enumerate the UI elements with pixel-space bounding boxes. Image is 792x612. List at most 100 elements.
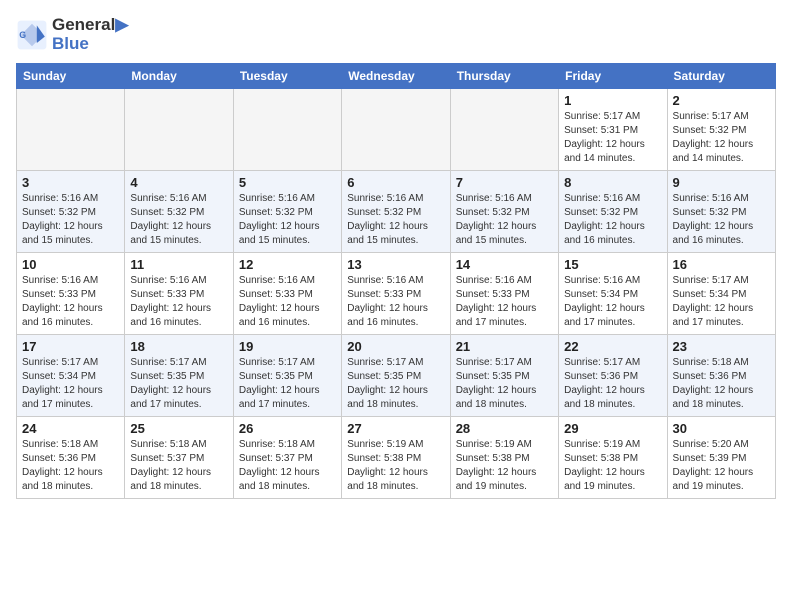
day-number: 25: [130, 421, 227, 436]
day-info: Sunrise: 5:17 AM Sunset: 5:31 PM Dayligh…: [564, 110, 661, 166]
calendar-day-cell: [17, 89, 125, 171]
day-info: Sunrise: 5:16 AM Sunset: 5:32 PM Dayligh…: [22, 192, 119, 248]
calendar-week-row: 1 Sunrise: 5:17 AM Sunset: 5:31 PM Daylig…: [17, 89, 776, 171]
calendar-week-row: 3 Sunrise: 5:16 AM Sunset: 5:32 PM Daylig…: [17, 171, 776, 253]
calendar-day-cell: 14Sunrise: 5:16 AM Sunset: 5:33 PM Dayli…: [450, 253, 558, 335]
calendar-day-cell: 11 Sunrise: 5:16 AM Sunset: 5:33 PM Dayli…: [125, 253, 233, 335]
calendar-day-cell: 30 Sunrise: 5:20 AM Sunset: 5:39 PM Dayli…: [667, 417, 775, 499]
day-number: 13: [347, 257, 444, 272]
day-number: 24: [22, 421, 119, 436]
calendar-day-cell: 13 Sunrise: 5:16 AM Sunset: 5:33 PM Dayli…: [342, 253, 450, 335]
day-info: Sunrise: 5:17 AM Sunset: 5:34 PM Dayligh…: [22, 356, 119, 412]
day-info: Sunrise: 5:19 AM Sunset: 5:38 PM Dayligh…: [347, 438, 444, 494]
calendar-day-cell: 29 Sunrise: 5:19 AM Sunset: 5:38 PM Dayli…: [559, 417, 667, 499]
day-number: 12: [239, 257, 336, 272]
day-number: 6: [347, 175, 444, 190]
page: G General▶ Blue SundayMondayTuesdayWedne…: [0, 0, 792, 515]
calendar-day-cell: 25 Sunrise: 5:18 AM Sunset: 5:37 PM Dayli…: [125, 417, 233, 499]
day-info: Sunrise: 5:18 AM Sunset: 5:37 PM Dayligh…: [130, 438, 227, 494]
day-info: Sunrise: 5:17 AM Sunset: 5:35 PM Dayligh…: [130, 356, 227, 412]
day-info: Sunrise: 5:16 AM Sunset: 5:32 PM Dayligh…: [347, 192, 444, 248]
day-number: 29: [564, 421, 661, 436]
day-number: 28: [456, 421, 553, 436]
calendar-week-row: 24 Sunrise: 5:18 AM Sunset: 5:36 PM Dayli…: [17, 417, 776, 499]
day-info: Sunrise: 5:16 AM Sunset: 5:33 PM Dayligh…: [239, 274, 336, 330]
day-number: 4: [130, 175, 227, 190]
day-info: Sunrise: 5:17 AM Sunset: 5:36 PM Dayligh…: [564, 356, 661, 412]
day-number: 18: [130, 339, 227, 354]
day-number: 30: [673, 421, 770, 436]
day-number: 8: [564, 175, 661, 190]
day-number: 3: [22, 175, 119, 190]
day-number: 21: [456, 339, 553, 354]
day-info: Sunrise: 5:16 AM Sunset: 5:32 PM Dayligh…: [130, 192, 227, 248]
calendar-day-cell: 17Sunrise: 5:17 AM Sunset: 5:34 PM Dayli…: [17, 335, 125, 417]
calendar-day-cell: 27 Sunrise: 5:19 AM Sunset: 5:38 PM Dayli…: [342, 417, 450, 499]
calendar-day-cell: 19Sunrise: 5:17 AM Sunset: 5:35 PM Dayli…: [233, 335, 341, 417]
logo: G General▶ Blue: [16, 16, 128, 53]
day-info: Sunrise: 5:16 AM Sunset: 5:34 PM Dayligh…: [564, 274, 661, 330]
calendar-day-cell: 28 Sunrise: 5:19 AM Sunset: 5:38 PM Dayli…: [450, 417, 558, 499]
weekday-header: Wednesday: [342, 64, 450, 89]
day-number: 10: [22, 257, 119, 272]
day-info: Sunrise: 5:16 AM Sunset: 5:32 PM Dayligh…: [673, 192, 770, 248]
calendar-day-cell: 20 Sunrise: 5:17 AM Sunset: 5:35 PM Dayli…: [342, 335, 450, 417]
calendar-day-cell: 24 Sunrise: 5:18 AM Sunset: 5:36 PM Dayli…: [17, 417, 125, 499]
calendar-day-cell: 10 Sunrise: 5:16 AM Sunset: 5:33 PM Dayli…: [17, 253, 125, 335]
day-info: Sunrise: 5:18 AM Sunset: 5:37 PM Dayligh…: [239, 438, 336, 494]
svg-text:G: G: [19, 30, 26, 40]
day-info: Sunrise: 5:17 AM Sunset: 5:34 PM Dayligh…: [673, 274, 770, 330]
day-number: 26: [239, 421, 336, 436]
weekday-header: Tuesday: [233, 64, 341, 89]
day-number: 20: [347, 339, 444, 354]
calendar-day-cell: 7 Sunrise: 5:16 AM Sunset: 5:32 PM Daylig…: [450, 171, 558, 253]
calendar-day-cell: 12 Sunrise: 5:16 AM Sunset: 5:33 PM Dayli…: [233, 253, 341, 335]
day-info: Sunrise: 5:17 AM Sunset: 5:32 PM Dayligh…: [673, 110, 770, 166]
day-number: 5: [239, 175, 336, 190]
day-number: 22: [564, 339, 661, 354]
calendar-day-cell: 4 Sunrise: 5:16 AM Sunset: 5:32 PM Daylig…: [125, 171, 233, 253]
calendar-day-cell: 26 Sunrise: 5:18 AM Sunset: 5:37 PM Dayli…: [233, 417, 341, 499]
day-number: 14: [456, 257, 553, 272]
calendar-day-cell: 23Sunrise: 5:18 AM Sunset: 5:36 PM Dayli…: [667, 335, 775, 417]
day-info: Sunrise: 5:16 AM Sunset: 5:32 PM Dayligh…: [239, 192, 336, 248]
weekday-header: Sunday: [17, 64, 125, 89]
day-info: Sunrise: 5:20 AM Sunset: 5:39 PM Dayligh…: [673, 438, 770, 494]
day-info: Sunrise: 5:18 AM Sunset: 5:36 PM Dayligh…: [673, 356, 770, 412]
calendar-day-cell: 9Sunrise: 5:16 AM Sunset: 5:32 PM Daylig…: [667, 171, 775, 253]
calendar-day-cell: [342, 89, 450, 171]
day-number: 7: [456, 175, 553, 190]
day-info: Sunrise: 5:16 AM Sunset: 5:32 PM Dayligh…: [456, 192, 553, 248]
calendar-week-row: 17Sunrise: 5:17 AM Sunset: 5:34 PM Dayli…: [17, 335, 776, 417]
calendar-day-cell: 3 Sunrise: 5:16 AM Sunset: 5:32 PM Daylig…: [17, 171, 125, 253]
weekday-header: Monday: [125, 64, 233, 89]
calendar-day-cell: 5 Sunrise: 5:16 AM Sunset: 5:32 PM Daylig…: [233, 171, 341, 253]
calendar-day-cell: 2 Sunrise: 5:17 AM Sunset: 5:32 PM Daylig…: [667, 89, 775, 171]
day-info: Sunrise: 5:16 AM Sunset: 5:33 PM Dayligh…: [22, 274, 119, 330]
day-info: Sunrise: 5:17 AM Sunset: 5:35 PM Dayligh…: [456, 356, 553, 412]
day-info: Sunrise: 5:16 AM Sunset: 5:33 PM Dayligh…: [347, 274, 444, 330]
day-number: 16: [673, 257, 770, 272]
day-info: Sunrise: 5:18 AM Sunset: 5:36 PM Dayligh…: [22, 438, 119, 494]
day-info: Sunrise: 5:19 AM Sunset: 5:38 PM Dayligh…: [564, 438, 661, 494]
calendar-table: SundayMondayTuesdayWednesdayThursdayFrid…: [16, 63, 776, 499]
calendar-header-row: SundayMondayTuesdayWednesdayThursdayFrid…: [17, 64, 776, 89]
day-info: Sunrise: 5:16 AM Sunset: 5:33 PM Dayligh…: [130, 274, 227, 330]
calendar-week-row: 10 Sunrise: 5:16 AM Sunset: 5:33 PM Dayli…: [17, 253, 776, 335]
day-info: Sunrise: 5:19 AM Sunset: 5:38 PM Dayligh…: [456, 438, 553, 494]
day-info: Sunrise: 5:17 AM Sunset: 5:35 PM Dayligh…: [347, 356, 444, 412]
calendar-day-cell: 6 Sunrise: 5:16 AM Sunset: 5:32 PM Daylig…: [342, 171, 450, 253]
calendar-day-cell: 22 Sunrise: 5:17 AM Sunset: 5:36 PM Dayli…: [559, 335, 667, 417]
day-number: 11: [130, 257, 227, 272]
calendar-day-cell: 1 Sunrise: 5:17 AM Sunset: 5:31 PM Daylig…: [559, 89, 667, 171]
day-number: 15: [564, 257, 661, 272]
day-info: Sunrise: 5:16 AM Sunset: 5:32 PM Dayligh…: [564, 192, 661, 248]
calendar-day-cell: [125, 89, 233, 171]
day-number: 2: [673, 93, 770, 108]
logo-text: General▶ Blue: [52, 16, 128, 53]
calendar-day-cell: 15 Sunrise: 5:16 AM Sunset: 5:34 PM Dayli…: [559, 253, 667, 335]
day-number: 1: [564, 93, 661, 108]
calendar-day-cell: 8 Sunrise: 5:16 AM Sunset: 5:32 PM Daylig…: [559, 171, 667, 253]
day-info: Sunrise: 5:17 AM Sunset: 5:35 PM Dayligh…: [239, 356, 336, 412]
day-number: 27: [347, 421, 444, 436]
